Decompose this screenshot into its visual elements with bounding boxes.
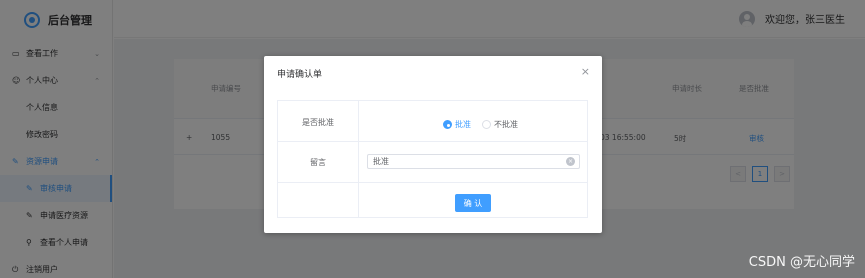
- radio-label: 不批准: [494, 120, 518, 129]
- confirm-dialog: 申请确认单 × 是否批准 批准 不批准 留言 批准 × 确 认: [264, 56, 602, 233]
- clear-icon[interactable]: ×: [566, 157, 575, 166]
- comment-row: 留言 批准 ×: [278, 142, 587, 183]
- radio-checked-icon: [443, 120, 452, 129]
- confirm-button[interactable]: 确 认: [455, 194, 491, 212]
- comment-input[interactable]: 批准 ×: [367, 154, 580, 169]
- approve-row: 是否批准 批准 不批准: [278, 101, 587, 142]
- dialog-form: 是否批准 批准 不批准 留言 批准 × 确 认: [277, 100, 588, 218]
- radio-unchecked-icon: [482, 120, 491, 129]
- radio-label: 批准: [455, 120, 471, 129]
- radio-reject[interactable]: 不批准: [482, 119, 518, 130]
- comment-label: 留言: [310, 158, 326, 167]
- close-icon[interactable]: ×: [581, 65, 590, 78]
- comment-value: 批准: [373, 157, 389, 166]
- watermark: CSDN @无心同学: [748, 255, 855, 270]
- dialog-title: 申请确认单: [277, 70, 323, 80]
- approve-label: 是否批准: [302, 118, 334, 127]
- radio-approve[interactable]: 批准: [443, 119, 471, 130]
